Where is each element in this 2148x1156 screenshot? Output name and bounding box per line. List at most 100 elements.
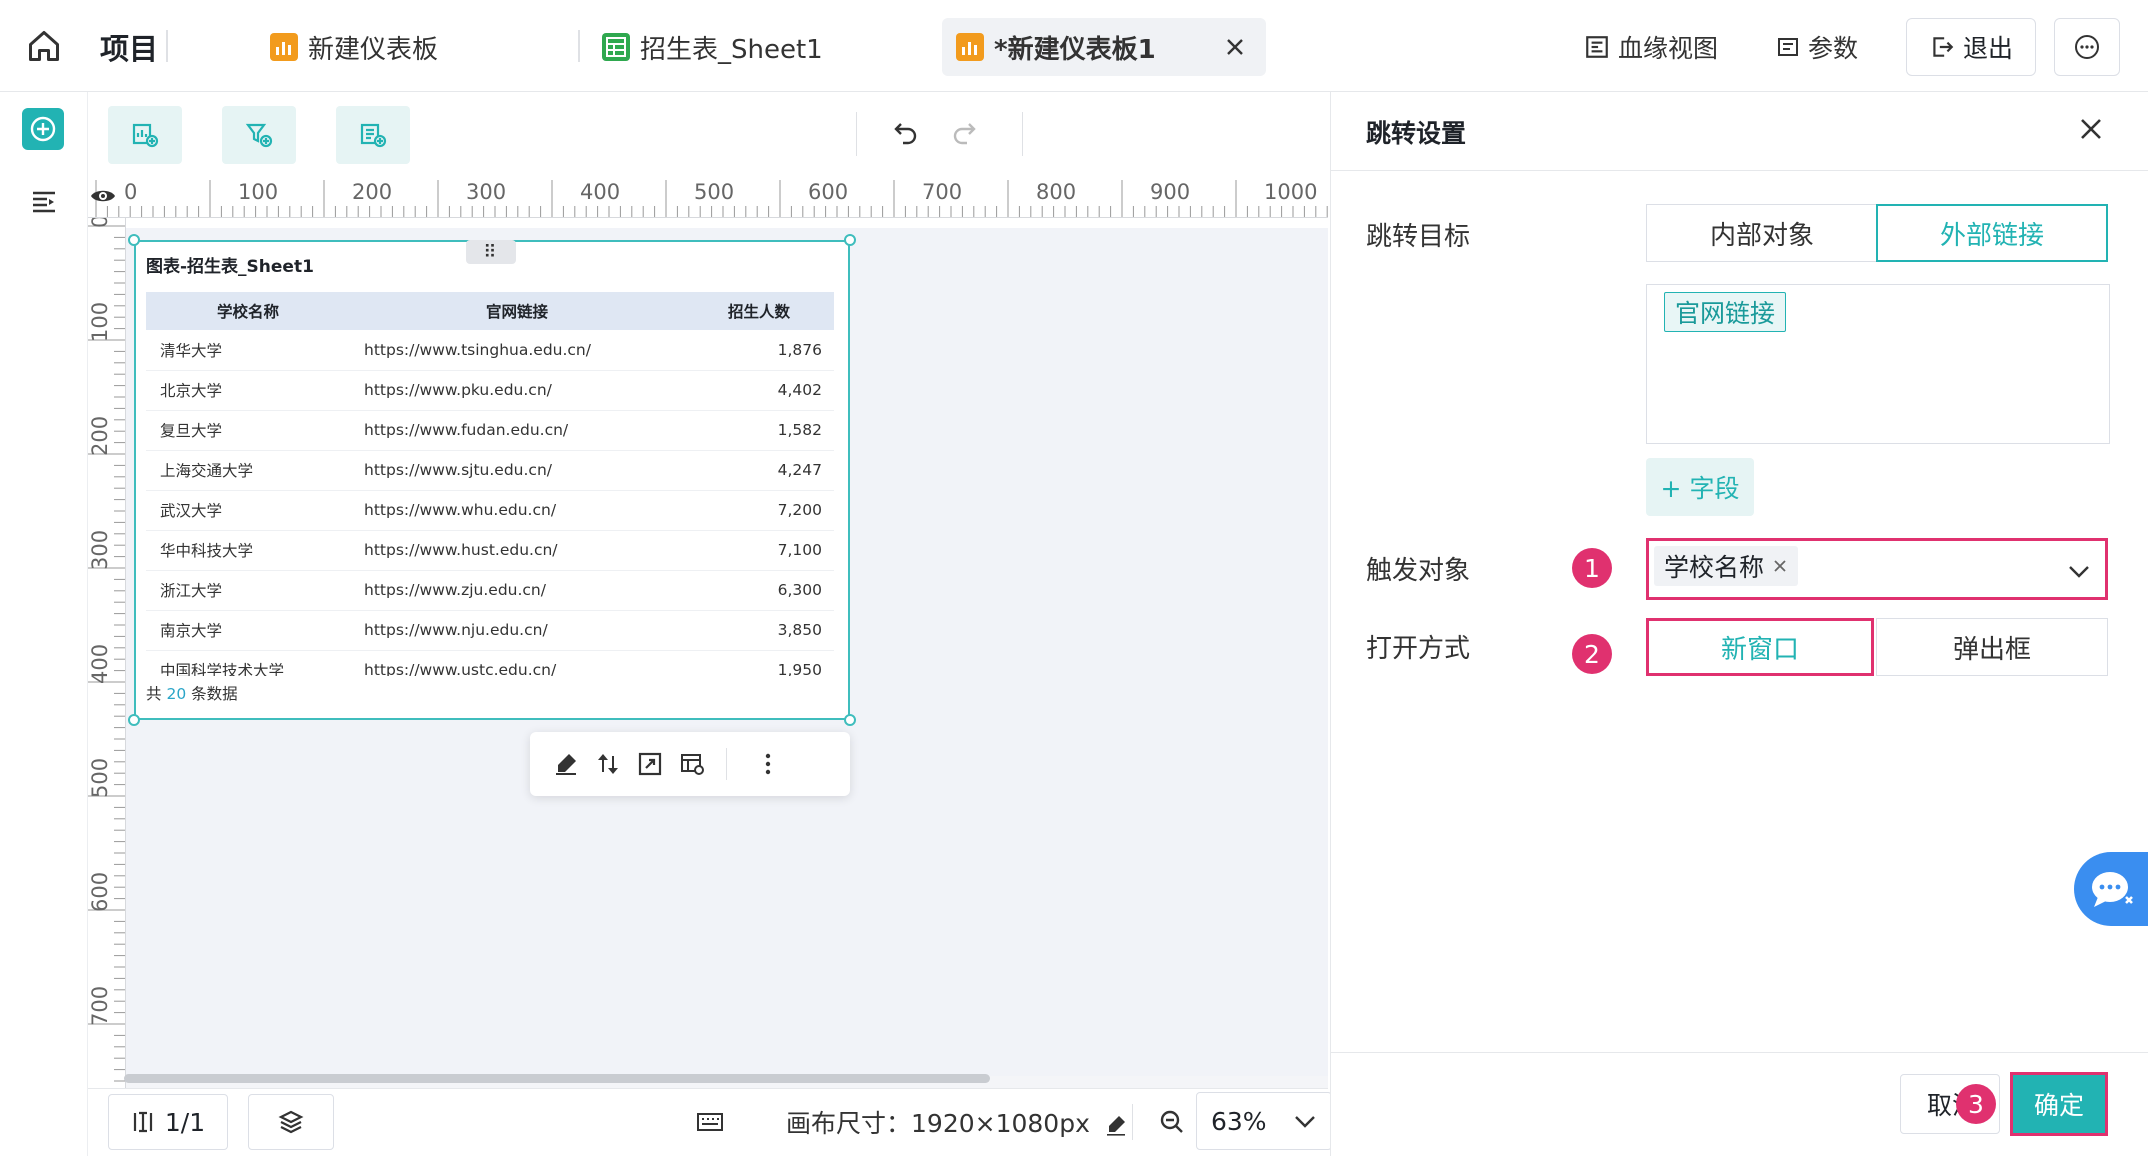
resize-handle[interactable] <box>844 714 856 726</box>
logout-button[interactable]: 退出 <box>1906 18 2036 76</box>
table-cell[interactable]: https://www.whu.edu.cn/ <box>350 490 684 531</box>
page-indicator-button[interactable]: 1/1 <box>108 1094 228 1150</box>
layers-button[interactable] <box>248 1094 334 1150</box>
table-cell[interactable]: https://www.pku.edu.cn/ <box>350 370 684 411</box>
table-cell[interactable]: 复旦大学 <box>146 410 350 451</box>
lineage-view-button[interactable]: 血缘视图 <box>1584 18 1718 76</box>
ruler-label: 800 <box>1036 180 1077 204</box>
chat-assistant-button[interactable] <box>2074 852 2148 926</box>
table-cell[interactable]: 6,300 <box>684 570 834 611</box>
top-bar: 项目 新建仪表板 招生表_Sheet1 *新建仪表板1 血缘视图 参数 退出 <box>0 0 2148 92</box>
chat-icon <box>2092 872 2133 907</box>
tab-dashboard[interactable]: 新建仪表板 <box>270 18 438 76</box>
ruler-label: 1000 <box>1264 180 1318 204</box>
open-popup-option[interactable]: 弹出框 <box>1876 618 2108 676</box>
table-cell[interactable]: 1,950 <box>684 650 834 676</box>
table-cell[interactable]: 浙江大学 <box>146 570 350 611</box>
target-internal-option[interactable]: 内部对象 <box>1646 204 1878 262</box>
more-vertical-icon[interactable] <box>752 748 784 780</box>
table-cell[interactable]: 南京大学 <box>146 610 350 651</box>
close-icon[interactable] <box>1224 36 1246 58</box>
open-mode-label: 打开方式 <box>1366 634 1471 664</box>
table-cell[interactable]: 4,402 <box>684 370 834 411</box>
edit-icon[interactable] <box>1104 1113 1128 1137</box>
table-cell[interactable]: 4,247 <box>684 450 834 491</box>
zoom-select[interactable]: 63% <box>1196 1092 1332 1150</box>
tab-label: 招生表_Sheet1 <box>640 34 823 65</box>
table-cell[interactable]: 1,582 <box>684 410 834 451</box>
table-cell[interactable]: 上海交通大学 <box>146 450 350 491</box>
table-cell[interactable]: 武汉大学 <box>146 490 350 531</box>
params-label: 参数 <box>1808 34 1859 63</box>
open-new-window-option[interactable]: 新窗口 <box>1646 618 1874 676</box>
zoom-out-icon[interactable] <box>1158 1108 1186 1136</box>
column-header[interactable]: 学校名称 <box>146 292 350 330</box>
table-cell[interactable]: 中国科学技术大学 <box>146 650 350 676</box>
add-filter-button[interactable] <box>222 106 296 164</box>
column-header[interactable]: 官网链接 <box>350 292 684 330</box>
link-field-chip[interactable]: 官网链接 <box>1664 292 1787 332</box>
table-cell[interactable]: https://www.ustc.edu.cn/ <box>350 650 684 676</box>
table-cell[interactable]: 7,200 <box>684 490 834 531</box>
table-row[interactable]: 华中科技大学 https://www.hust.edu.cn/7,100 <box>146 530 834 571</box>
table-cell[interactable]: 北京大学 <box>146 370 350 411</box>
table-container: 学校名称 官网链接 招生人数 清华大学 https://www.tsinghua.… <box>146 292 834 676</box>
table-cell[interactable]: https://www.hust.edu.cn/ <box>350 530 684 571</box>
tab-sheet[interactable]: 招生表_Sheet1 <box>602 18 823 76</box>
close-icon[interactable] <box>2074 112 2108 146</box>
table-cell[interactable]: 7,100 <box>684 530 834 571</box>
table-cell[interactable]: https://www.sjtu.edu.cn/ <box>350 450 684 491</box>
keyboard-icon[interactable] <box>696 1110 724 1134</box>
table-row[interactable]: 中国科学技术大学 https://www.ustc.edu.cn/1,950 <box>146 650 834 676</box>
target-external-option[interactable]: 外部链接 <box>1876 204 2108 262</box>
project-title[interactable]: 项目 <box>100 26 158 68</box>
more-button[interactable] <box>2054 18 2120 76</box>
redo-icon[interactable] <box>950 118 978 146</box>
table-row[interactable]: 清华大学 https://www.tsinghua.edu.cn/1,876 <box>146 330 834 371</box>
table-row[interactable]: 浙江大学 https://www.zju.edu.cn/6,300 <box>146 570 834 611</box>
table-row[interactable]: 北京大学 https://www.pku.edu.cn/4,402 <box>146 370 834 411</box>
table-row[interactable]: 复旦大学 https://www.fudan.edu.cn/1,582 <box>146 410 834 451</box>
table-cell[interactable]: 华中科技大学 <box>146 530 350 571</box>
table-row[interactable]: 上海交通大学 https://www.sjtu.edu.cn/4,247 <box>146 450 834 491</box>
table-row[interactable]: 南京大学 https://www.nju.edu.cn/3,850 <box>146 610 834 651</box>
add-component-tool-button[interactable] <box>336 106 410 164</box>
horizontal-scrollbar[interactable] <box>124 1074 990 1083</box>
table-cell[interactable]: https://www.nju.edu.cn/ <box>350 610 684 651</box>
column-header[interactable]: 招生人数 <box>684 292 834 330</box>
table-cell[interactable]: https://www.zju.edu.cn/ <box>350 570 684 611</box>
logout-label: 退出 <box>1962 34 2013 63</box>
fullscreen-icon[interactable] <box>634 748 666 780</box>
sort-icon[interactable] <box>592 748 624 780</box>
table-cell[interactable]: https://www.tsinghua.edu.cn/ <box>350 330 684 371</box>
widget-title: 图表-招生表_Sheet1 <box>146 257 314 277</box>
table-cell[interactable]: 清华大学 <box>146 330 350 371</box>
chart-settings-icon[interactable] <box>676 748 708 780</box>
table-cell[interactable]: https://www.fudan.edu.cn/ <box>350 410 684 451</box>
tab-active-dashboard[interactable]: *新建仪表板1 <box>942 18 1266 76</box>
resize-handle[interactable] <box>128 714 140 726</box>
resize-handle[interactable] <box>128 234 140 246</box>
canvas-size[interactable]: 画布尺寸：1920×1080px <box>786 1104 1128 1140</box>
table-row[interactable]: 武汉大学 https://www.whu.edu.cn/7,200 <box>146 490 834 531</box>
sheet-icon <box>602 33 630 61</box>
ruler-label: 100 <box>88 301 112 342</box>
confirm-button[interactable]: 确定 <box>2010 1072 2108 1136</box>
drag-handle[interactable]: ⠿ <box>466 240 516 264</box>
params-button[interactable]: 参数 <box>1776 18 1858 76</box>
outline-list-icon[interactable] <box>30 188 58 216</box>
resize-handle[interactable] <box>844 234 856 246</box>
undo-icon[interactable] <box>892 118 920 146</box>
edit-style-icon[interactable] <box>550 748 582 780</box>
eye-icon[interactable] <box>90 186 116 206</box>
ruler-label: 500 <box>88 757 112 798</box>
add-component-button[interactable] <box>22 108 64 150</box>
ruler-label: 300 <box>88 529 112 570</box>
home-icon[interactable] <box>26 28 62 64</box>
table-cell[interactable]: 3,850 <box>684 610 834 651</box>
add-chart-button[interactable] <box>108 106 182 164</box>
remove-icon[interactable] <box>1772 558 1788 574</box>
add-field-button[interactable]: + 字段 <box>1646 458 1754 516</box>
trigger-chip[interactable]: 学校名称 <box>1654 546 1799 586</box>
table-cell[interactable]: 1,876 <box>684 330 834 371</box>
